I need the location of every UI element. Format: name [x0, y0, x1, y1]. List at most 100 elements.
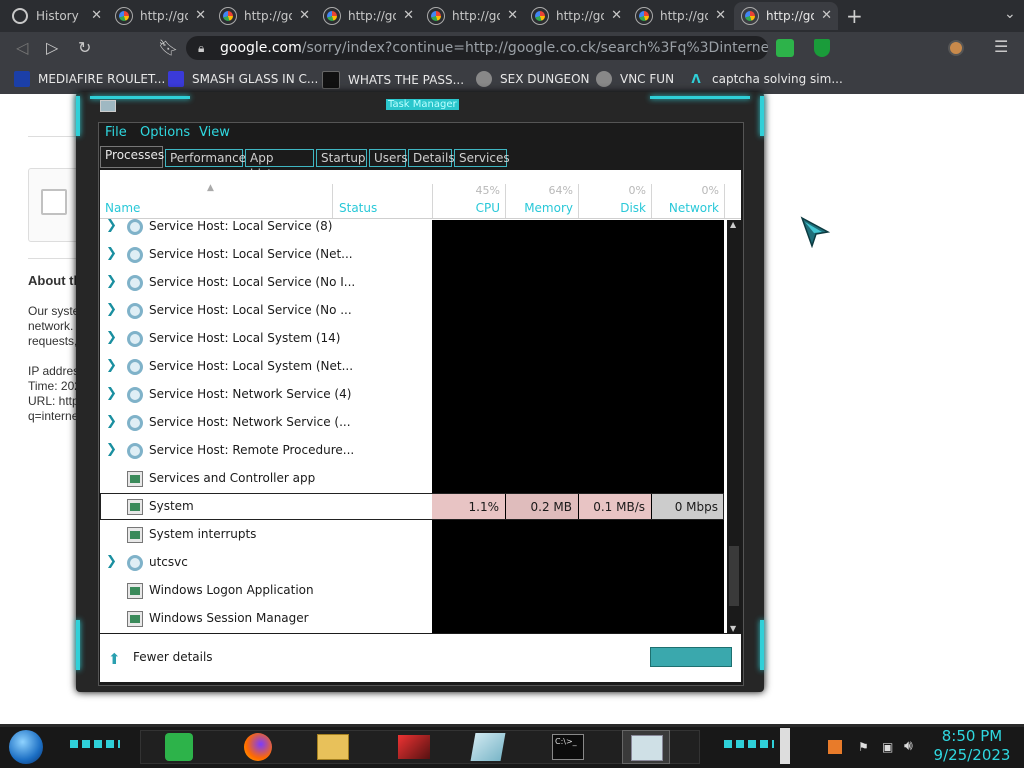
menu-options[interactable]: Options: [140, 125, 190, 140]
extension-icon[interactable]: [776, 39, 794, 57]
scroll-down-icon[interactable]: ▼: [730, 624, 736, 633]
url-host: google.com: [220, 40, 302, 56]
menu-file[interactable]: File: [105, 125, 127, 140]
tab-google-5[interactable]: http://google.co.ck ✕: [524, 2, 628, 30]
tab-google-active[interactable]: http://google.co.ck ✕: [734, 2, 838, 30]
close-icon[interactable]: ✕: [715, 8, 726, 23]
bookmark-icon[interactable]: 🔖︎: [158, 38, 178, 57]
expand-icon[interactable]: ❯: [106, 246, 117, 261]
fewer-details-link[interactable]: Fewer details: [133, 650, 213, 664]
table-row[interactable]: ❯ utcsvc: [100, 549, 432, 577]
scroll-up-icon[interactable]: ▲: [730, 220, 736, 229]
app-icon[interactable]: [398, 735, 430, 759]
expand-icon[interactable]: ❯: [106, 330, 117, 345]
tab-google-1[interactable]: http://google.co.ck ✕: [108, 2, 212, 30]
file-explorer-icon[interactable]: [317, 734, 349, 760]
bookmark-item[interactable]: SMASH GLASS IN C...: [168, 71, 318, 87]
close-icon[interactable]: ✕: [403, 8, 414, 23]
forward-icon[interactable]: ▷: [46, 38, 58, 57]
volume-icon[interactable]: 🔊︎: [904, 738, 913, 754]
new-tab-button[interactable]: +: [846, 4, 863, 28]
close-icon[interactable]: ✕: [299, 8, 310, 23]
network-percent: 0%: [701, 184, 719, 197]
clock[interactable]: 8:50 PM 9/25/2023: [920, 727, 1024, 765]
tab-app-history[interactable]: App history: [245, 149, 314, 181]
close-icon[interactable]: ✕: [195, 8, 206, 23]
network-icon[interactable]: ▣: [882, 740, 893, 754]
tab-search-icon[interactable]: ⌄: [1004, 6, 1016, 22]
expand-icon[interactable]: ❯: [106, 554, 117, 569]
close-icon[interactable]: ✕: [91, 8, 102, 23]
scrollbar-thumb[interactable]: [729, 546, 739, 606]
expand-icon[interactable]: ❯: [106, 358, 117, 373]
tab-processes[interactable]: Processes: [100, 146, 164, 168]
task-manager-taskbar-button[interactable]: [622, 730, 670, 764]
table-row[interactable]: Windows Logon Application: [100, 577, 432, 605]
expand-icon[interactable]: ❯: [106, 302, 117, 317]
gear-icon: [127, 247, 143, 263]
expand-icon[interactable]: ❯: [106, 386, 117, 401]
tab-google-3[interactable]: http://google.co.ck ✕: [316, 2, 420, 30]
neon-trim: [760, 620, 764, 670]
reload-icon[interactable]: ↻: [78, 38, 91, 57]
spotify-icon[interactable]: [165, 733, 193, 761]
menu-icon[interactable]: ☰: [994, 37, 1008, 56]
table-row[interactable]: System interrupts: [100, 521, 432, 549]
tab-google-6[interactable]: http://google.co.ck ✕: [628, 2, 732, 30]
tab-history[interactable]: History ✕: [4, 2, 108, 30]
table-row[interactable]: ❯ Service Host: Remote Procedure...: [100, 437, 432, 465]
expand-icon[interactable]: ❯: [106, 274, 117, 289]
table-row[interactable]: ❯ Service Host: Network Service (...: [100, 409, 432, 437]
tab-details[interactable]: Details: [408, 149, 455, 167]
bookmark-item[interactable]: MEDIAFIRE ROULET...: [14, 71, 165, 87]
taskbar-scroll[interactable]: [780, 728, 790, 764]
table-row[interactable]: ❯ Service Host: Local Service (No ...: [100, 297, 432, 325]
table-row[interactable]: ❯ Service Host: Network Service (4): [100, 381, 432, 409]
shield-icon[interactable]: [814, 39, 830, 57]
end-task-button[interactable]: [650, 647, 732, 667]
table-row[interactable]: ❯ Service Host: Local Service (Net...: [100, 241, 432, 269]
close-icon[interactable]: ✕: [611, 8, 622, 23]
column-cpu[interactable]: CPU: [432, 201, 500, 215]
tab-startup[interactable]: Startup: [316, 149, 367, 167]
bookmark-item[interactable]: Λcaptcha solving sim...: [688, 71, 842, 87]
tab-google-4[interactable]: http://google.co.ck ✕: [420, 2, 524, 30]
google-icon: [219, 7, 237, 25]
chevron-up-icon[interactable]: ⬆: [108, 650, 121, 668]
notepad-icon[interactable]: [470, 733, 506, 761]
captcha-checkbox[interactable]: [41, 189, 67, 215]
firefox-icon[interactable]: [244, 733, 272, 761]
flag-icon[interactable]: ⚑: [858, 740, 869, 754]
terminal-icon[interactable]: C:\>_: [552, 734, 584, 760]
tab-users[interactable]: Users: [369, 149, 408, 167]
tab-services[interactable]: Services: [454, 149, 510, 167]
menu-view[interactable]: View: [199, 125, 230, 140]
bookmark-item[interactable]: SEX DUNGEON: [476, 71, 590, 87]
process-name: Service Host: Local Service (8): [149, 219, 333, 233]
expand-icon[interactable]: ❯: [106, 414, 117, 429]
table-row[interactable]: ❯ Service Host: Local Service (8): [100, 213, 432, 241]
app-tray-icon[interactable]: [828, 740, 842, 754]
close-icon[interactable]: ✕: [821, 8, 832, 23]
bookmark-site-icon: [596, 71, 612, 87]
address-bar[interactable]: 🔒︎ google.com/sorry/index?continue=http:…: [186, 36, 768, 60]
column-memory[interactable]: Memory: [505, 201, 573, 215]
tab-performance[interactable]: Performance: [165, 149, 246, 167]
tab-google-2[interactable]: http://google.co.ck ✕: [212, 2, 316, 30]
expand-icon[interactable]: ❯: [106, 442, 117, 457]
bookmark-item[interactable]: VNC FUN: [596, 71, 674, 87]
avatar[interactable]: [948, 40, 964, 56]
table-row[interactable]: ❯ Service Host: Local Service (No I...: [100, 269, 432, 297]
table-row[interactable]: ❯ Service Host: Local System (Net...: [100, 353, 432, 381]
expand-icon[interactable]: ❯: [106, 218, 117, 233]
table-row[interactable]: ❯ Service Host: Local System (14): [100, 325, 432, 353]
bookmark-item[interactable]: WHATS THE PASS...: [322, 71, 464, 89]
table-row[interactable]: Windows Session Manager: [100, 605, 432, 633]
column-disk[interactable]: Disk: [578, 201, 646, 215]
back-icon[interactable]: ◁: [16, 38, 28, 57]
close-icon[interactable]: ✕: [507, 8, 518, 23]
column-network[interactable]: Network: [651, 201, 719, 215]
table-row[interactable]: Services and Controller app: [100, 465, 432, 493]
start-button[interactable]: [9, 730, 43, 764]
gear-icon: [127, 443, 143, 459]
